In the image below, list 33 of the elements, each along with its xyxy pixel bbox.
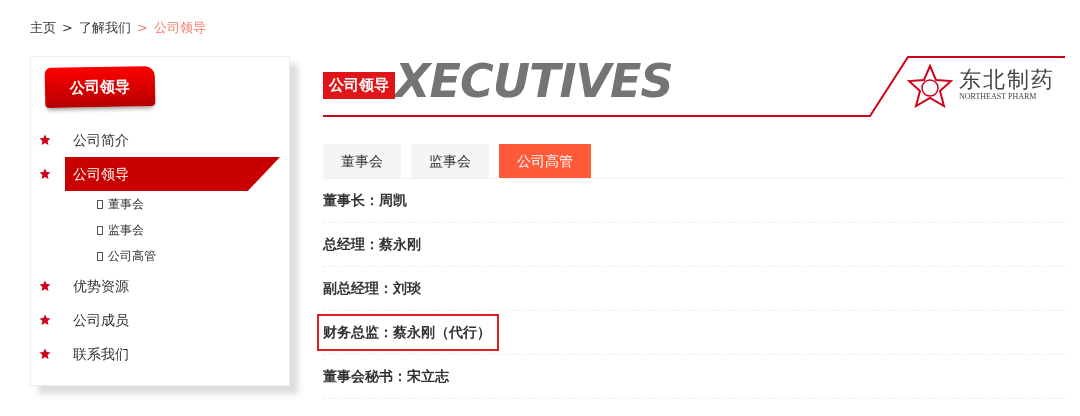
sidebar-subitem[interactable]: 公司高管 bbox=[108, 247, 156, 265]
tab[interactable]: 董事会 bbox=[323, 144, 401, 178]
sidebar-title-ribbon: 公司领导 bbox=[44, 66, 156, 108]
sidebar-item[interactable]: 公司简介 bbox=[65, 123, 280, 157]
executive-entry: 董事会秘书：宋立志 bbox=[323, 367, 450, 386]
sidebar-item[interactable]: 联系我们 bbox=[65, 337, 280, 371]
executive-entry: 财务总监：蔡永刚（代行） bbox=[319, 316, 497, 349]
executive-entry: 董事长：周凯 bbox=[323, 191, 408, 210]
star-icon bbox=[39, 314, 51, 326]
executive-entry: 总经理：蔡永刚 bbox=[323, 235, 422, 254]
logo-name: 东北制药 bbox=[959, 69, 1055, 91]
breadcrumb-link[interactable]: 主页 bbox=[30, 20, 56, 35]
star-icon bbox=[39, 134, 51, 146]
sidebar-item[interactable]: 公司领导 bbox=[65, 157, 280, 191]
executive-entry: 副总经理：刘琰 bbox=[323, 279, 422, 298]
sidebar-item[interactable]: 公司成员 bbox=[65, 303, 280, 337]
box-icon bbox=[97, 199, 103, 209]
star-icon bbox=[39, 168, 51, 180]
star-icon bbox=[39, 348, 51, 360]
box-icon bbox=[97, 225, 103, 235]
sidebar-subitem[interactable]: 董事会 bbox=[108, 195, 144, 213]
breadcrumb-separator: > bbox=[62, 20, 73, 35]
logo-subtitle: NORTHEAST PHARM bbox=[959, 91, 1038, 103]
sidebar-subitem[interactable]: 监事会 bbox=[108, 221, 144, 239]
banner-text: XECUTIVES bbox=[395, 58, 673, 104]
sidebar-item[interactable]: 优势资源 bbox=[65, 269, 280, 303]
star-icon bbox=[39, 280, 51, 292]
banner-label: 公司领导 bbox=[323, 72, 395, 99]
box-icon bbox=[97, 251, 103, 261]
breadcrumb-link[interactable]: 了解我们 bbox=[78, 20, 131, 35]
breadcrumb-separator: > bbox=[136, 20, 148, 35]
tab[interactable]: 监事会 bbox=[411, 144, 489, 178]
star-logo-icon bbox=[907, 64, 953, 108]
